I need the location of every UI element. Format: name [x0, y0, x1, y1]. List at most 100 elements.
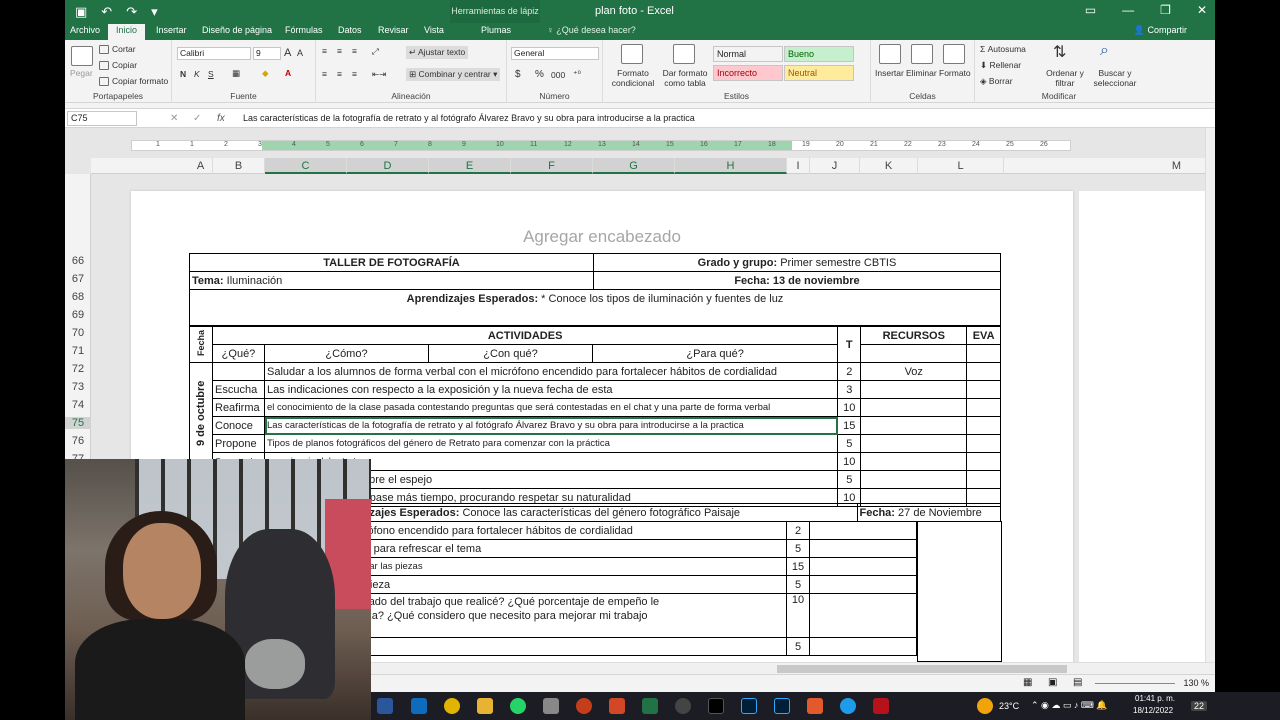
italic-button[interactable]: K: [194, 69, 200, 79]
column-header[interactable]: F: [511, 158, 593, 174]
merge-center-button[interactable]: ⊞ Combinar y centrar ▾: [406, 68, 501, 81]
fecha2-cell[interactable]: Fecha: 27 de Noviembre: [856, 503, 1001, 522]
column-header[interactable]: E: [429, 158, 511, 174]
actividades-header[interactable]: ACTIVIDADES: [211, 326, 839, 345]
column-header[interactable]: B: [213, 158, 265, 174]
style-normal[interactable]: Normal: [713, 46, 783, 62]
que-cell[interactable]: [212, 362, 265, 381]
column-header[interactable]: M: [1139, 158, 1215, 174]
undo-icon[interactable]: ↶: [101, 4, 112, 20]
align-top-icon[interactable]: ≡: [322, 46, 327, 56]
row-header[interactable]: 69: [65, 309, 91, 321]
ribbon-display-icon[interactable]: ▭: [1085, 3, 1096, 17]
align-right-icon[interactable]: ≡: [352, 69, 357, 79]
row-header[interactable]: 71: [65, 345, 91, 357]
activity-cell[interactable]: Saludar a los alumnos de forma verbal co…: [263, 362, 839, 381]
recursos-header[interactable]: RECURSOS: [860, 326, 968, 345]
time-cell[interactable]: 5: [786, 637, 810, 656]
photoshop-icon[interactable]: [741, 698, 757, 714]
conditional-format-icon[interactable]: [621, 44, 643, 64]
tell-me-box[interactable]: ♀ ¿Qué desea hacer?: [547, 25, 636, 35]
app-icon-3[interactable]: [840, 698, 856, 714]
row-header[interactable]: 68: [65, 291, 91, 303]
close-icon[interactable]: ✕: [1197, 3, 1207, 17]
app-icon[interactable]: [576, 698, 592, 714]
clock-date[interactable]: 18/12/2022: [1133, 706, 1173, 715]
eva-block-2[interactable]: [917, 521, 1002, 662]
time-cell[interactable]: 5: [837, 470, 862, 489]
minimize-icon[interactable]: —: [1122, 3, 1134, 17]
time-cell[interactable]: 3: [837, 380, 862, 399]
align-left-icon[interactable]: ≡: [322, 69, 327, 79]
percent-button[interactable]: %: [535, 69, 544, 80]
resource-cell[interactable]: [860, 470, 968, 489]
wrap-text-button[interactable]: ↵ Ajustar texto: [406, 46, 469, 59]
cancel-icon[interactable]: ✕: [170, 113, 178, 124]
time-cell[interactable]: 10: [837, 452, 862, 471]
row-header[interactable]: 76: [65, 435, 91, 447]
tab-formulas[interactable]: Fórmulas: [285, 25, 323, 35]
eva-cell[interactable]: [966, 470, 1001, 489]
tab-inicio[interactable]: Inicio: [108, 24, 146, 40]
tab-diseno[interactable]: Diseño de página: [202, 25, 272, 35]
time-cell[interactable]: 10: [786, 593, 810, 638]
vertical-scrollbar[interactable]: [1205, 128, 1215, 662]
bold-button[interactable]: N: [180, 69, 186, 79]
save-icon[interactable]: ▣: [75, 4, 87, 20]
mail-icon[interactable]: [411, 698, 427, 714]
column-header[interactable]: K: [860, 158, 918, 174]
recursos-sub-cell[interactable]: [860, 344, 968, 363]
time-cell[interactable]: 2: [837, 362, 862, 381]
fecha-cell[interactable]: Fecha: 13 de noviembre: [593, 271, 1001, 290]
font-size-select[interactable]: 9: [253, 47, 281, 60]
workshop-title[interactable]: TALLER DE FOTOGRAFÍA: [189, 253, 594, 272]
delete-cells-icon[interactable]: [911, 44, 933, 64]
resource-cell[interactable]: [809, 593, 917, 638]
como-header[interactable]: ¿Cómo?: [264, 344, 429, 363]
restore-icon[interactable]: ❐: [1160, 3, 1171, 17]
row-header[interactable]: 74: [65, 399, 91, 411]
format-as-table-button[interactable]: Dar formato como tabla: [659, 68, 711, 88]
font-name-select[interactable]: Calibri: [177, 47, 251, 60]
eva-cell[interactable]: [966, 434, 1001, 453]
column-header[interactable]: A: [189, 158, 213, 174]
autosum-button[interactable]: Σ Autosuma: [980, 44, 1026, 54]
view-break-icon[interactable]: ▤: [1073, 677, 1082, 688]
format-table-icon[interactable]: [673, 44, 695, 64]
chrome-icon[interactable]: [444, 698, 460, 714]
conque-header[interactable]: ¿Con qué?: [428, 344, 593, 363]
time-cell[interactable]: 10: [837, 398, 862, 417]
resource-cell[interactable]: [809, 557, 917, 576]
resource-cell[interactable]: [809, 575, 917, 594]
redo-icon[interactable]: ↷: [126, 4, 137, 20]
resource-cell[interactable]: [860, 416, 968, 435]
app-icon-2[interactable]: [807, 698, 823, 714]
conditional-format-button[interactable]: Formato condicional: [607, 68, 659, 88]
eva-sub-cell[interactable]: [966, 344, 1001, 363]
tiktok-icon[interactable]: [708, 698, 724, 714]
name-box[interactable]: C75: [67, 111, 137, 126]
style-neutral[interactable]: Neutral: [784, 65, 854, 81]
que-cell[interactable]: Propone: [212, 434, 265, 453]
grade-cell[interactable]: Grado y grupo: Primer semestre CBTIS: [593, 253, 1001, 272]
share-button[interactable]: 👤 Compartir: [1134, 25, 1187, 36]
cut-button[interactable]: Cortar: [99, 44, 136, 55]
activity-cell[interactable]: Las indicaciones con respecto a la expos…: [263, 380, 839, 399]
borders-icon[interactable]: ▦: [232, 68, 240, 79]
format-cells-button[interactable]: Formato: [939, 68, 971, 78]
column-header[interactable]: I: [787, 158, 810, 174]
find-select-button[interactable]: Buscar y seleccionar: [1089, 68, 1141, 88]
eva-cell[interactable]: [966, 380, 1001, 399]
paraque-header[interactable]: ¿Para qué?: [591, 344, 839, 363]
clock-time[interactable]: 01:41 p. m.: [1135, 694, 1175, 703]
notification-badge[interactable]: 22: [1191, 701, 1208, 711]
delete-cells-button[interactable]: Eliminar: [906, 68, 937, 78]
row-header[interactable]: 73: [65, 381, 91, 393]
indent-icon[interactable]: ⇤⇥: [372, 69, 386, 80]
time-cell[interactable]: 5: [786, 539, 810, 558]
activity-cell-selected[interactable]: Las características de la fotografía de …: [263, 416, 839, 435]
tray-icons[interactable]: ⌃ ◉ ☁ ▭ ♪ ⌨ 🔔: [1031, 700, 1108, 711]
zoom-level[interactable]: 130 %: [1183, 678, 1209, 688]
tab-plumas[interactable]: Plumas: [481, 25, 511, 35]
resource-cell[interactable]: [860, 434, 968, 453]
